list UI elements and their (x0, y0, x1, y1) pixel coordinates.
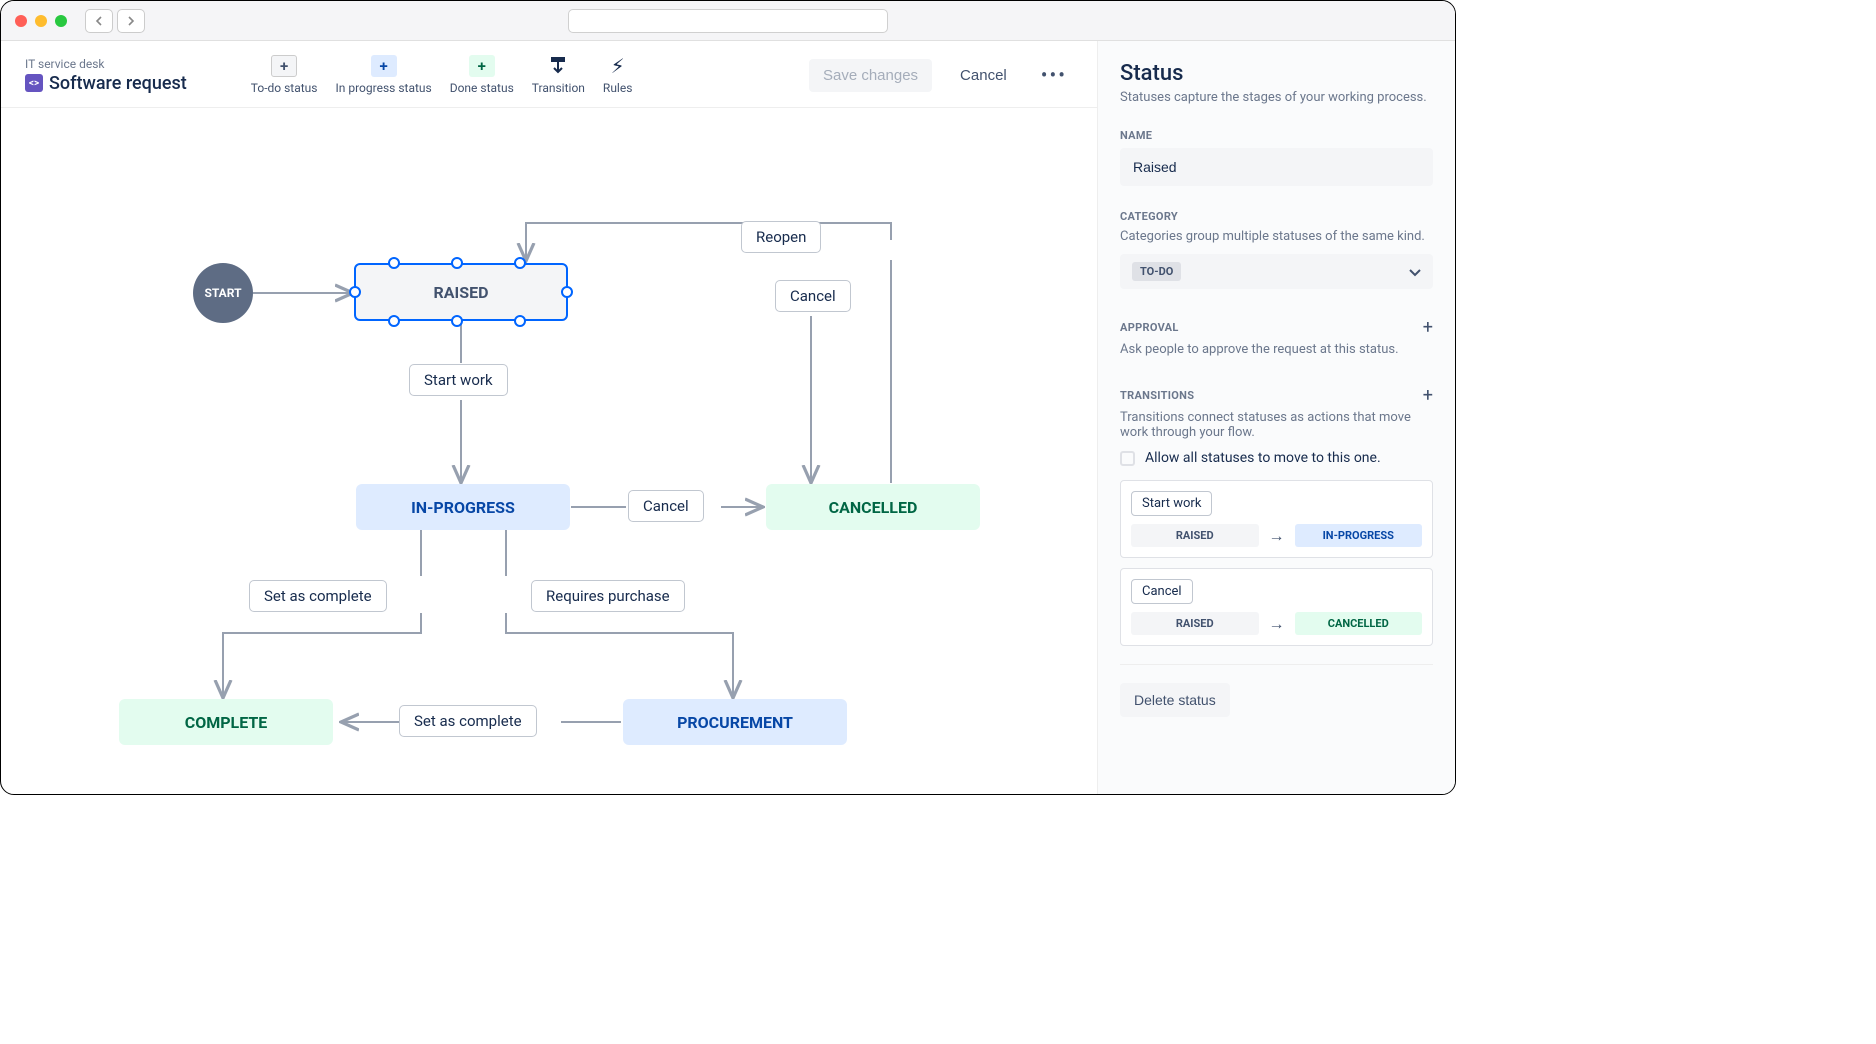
transition-from-pill: RAISED (1131, 524, 1259, 547)
side-panel: Status Statuses capture the stages of yo… (1097, 41, 1455, 794)
add-inprogress-status-button[interactable]: + In progress status (336, 55, 432, 95)
chevron-down-icon (1409, 262, 1421, 281)
transition-to-pill: CANCELLED (1295, 612, 1423, 635)
allow-all-label: Allow all statuses to move to this one. (1145, 450, 1381, 466)
transition-card[interactable]: Start work RAISED → IN-PROGRESS (1120, 480, 1433, 558)
side-title: Status (1120, 61, 1433, 86)
category-desc: Categories group multiple statuses of th… (1120, 229, 1433, 244)
chevron-right-icon (126, 16, 136, 26)
cancel-button[interactable]: Cancel (946, 59, 1021, 92)
save-button[interactable]: Save changes (809, 59, 932, 92)
toolbox: + To-do status + In progress status + Do… (251, 55, 633, 95)
traffic-lights (15, 15, 67, 27)
close-window-icon[interactable] (15, 15, 27, 27)
status-name-input[interactable] (1120, 148, 1433, 186)
add-approval-button[interactable]: + (1423, 317, 1433, 338)
plus-icon: + (469, 55, 495, 77)
node-start[interactable]: START (193, 263, 253, 323)
transitions-desc: Transitions connect statuses as actions … (1120, 410, 1433, 440)
approval-desc: Ask people to approve the request at thi… (1120, 342, 1433, 357)
add-done-status-button[interactable]: + Done status (450, 55, 514, 95)
add-todo-status-button[interactable]: + To-do status (251, 55, 318, 95)
checkbox-icon (1120, 451, 1135, 466)
lightning-icon: ⚡︎ (611, 55, 625, 77)
delete-status-button[interactable]: Delete status (1120, 683, 1230, 717)
node-raised-label: RAISED (434, 283, 489, 302)
nav-arrows (85, 9, 145, 33)
more-menu-icon[interactable]: ••• (1035, 63, 1073, 87)
category-value: TO-DO (1132, 262, 1181, 281)
titlebar (1, 1, 1455, 41)
side-subtitle: Statuses capture the stages of your work… (1120, 90, 1433, 105)
breadcrumb: IT service desk <> Software request (25, 57, 187, 94)
name-label: NAME (1120, 129, 1433, 142)
transition-cancel-2[interactable]: Cancel (628, 490, 704, 522)
category-label: CATEGORY (1120, 210, 1433, 223)
category-select[interactable]: TO-DO (1120, 254, 1433, 289)
transition-set-complete-2[interactable]: Set as complete (399, 705, 537, 737)
arrow-right-icon: → (1269, 526, 1285, 546)
add-transition-button[interactable]: Transition (532, 55, 585, 95)
node-in-progress[interactable]: IN-PROGRESS (356, 484, 570, 530)
node-procurement[interactable]: PROCUREMENT (623, 699, 847, 745)
rules-button[interactable]: ⚡︎ Rules (603, 55, 632, 95)
transition-requires-purchase[interactable]: Requires purchase (531, 580, 685, 612)
nav-back-button[interactable] (85, 9, 113, 33)
workflow-edges (1, 108, 1097, 789)
arrow-right-icon: → (1269, 614, 1285, 634)
breadcrumb-parent[interactable]: IT service desk (25, 57, 187, 71)
allow-all-checkbox-row[interactable]: Allow all statuses to move to this one. (1120, 450, 1433, 466)
workflow-canvas[interactable]: START RAISED IN-PROGRESS CANCELLED COMPL… (1, 108, 1097, 789)
transition-from-pill: RAISED (1131, 612, 1259, 635)
plus-icon: + (271, 55, 297, 77)
minimize-window-icon[interactable] (35, 15, 47, 27)
node-complete[interactable]: COMPLETE (119, 699, 333, 745)
window: IT service desk <> Software request + To… (0, 0, 1456, 795)
transition-card[interactable]: Cancel RAISED → CANCELLED (1120, 568, 1433, 646)
transition-set-complete-1[interactable]: Set as complete (249, 580, 387, 612)
transition-icon (548, 55, 568, 77)
add-transition-sidepanel-button[interactable]: + (1423, 385, 1433, 406)
chevron-left-icon (94, 16, 104, 26)
url-bar[interactable] (568, 9, 888, 33)
node-cancelled[interactable]: CANCELLED (766, 484, 980, 530)
transition-to-pill: IN-PROGRESS (1295, 524, 1423, 547)
plus-icon: + (371, 55, 397, 77)
request-type-icon: <> (25, 74, 43, 92)
approval-label: APPROVAL (1120, 321, 1179, 334)
maximize-window-icon[interactable] (55, 15, 67, 27)
transition-card-name: Start work (1131, 491, 1212, 516)
transition-card-name: Cancel (1131, 579, 1193, 604)
transition-cancel-1[interactable]: Cancel (775, 280, 851, 312)
page-title: Software request (49, 73, 187, 94)
topbar: IT service desk <> Software request + To… (1, 41, 1097, 108)
nav-forward-button[interactable] (117, 9, 145, 33)
transitions-label: TRANSITIONS (1120, 389, 1194, 402)
node-raised[interactable]: RAISED (354, 263, 568, 321)
transition-reopen[interactable]: Reopen (741, 221, 821, 253)
transition-start-work[interactable]: Start work (409, 364, 508, 396)
